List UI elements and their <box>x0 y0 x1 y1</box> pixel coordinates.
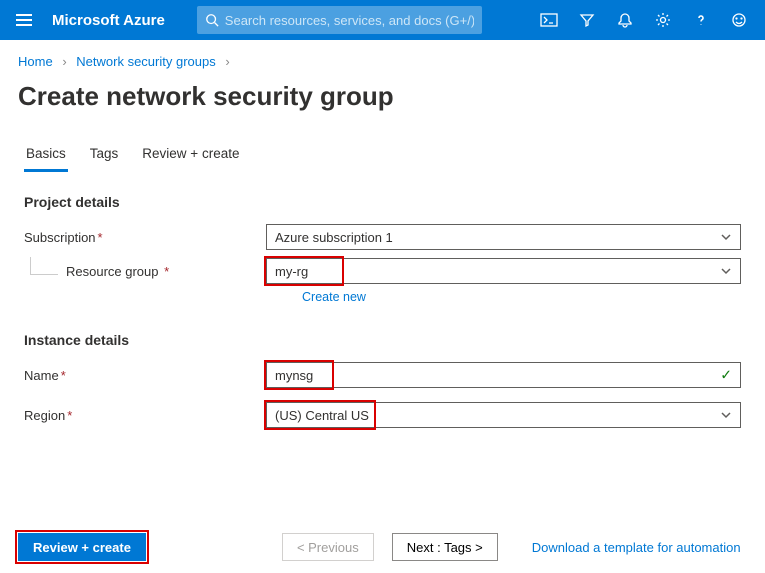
subscription-row: Subscription* Azure subscription 1 <box>24 224 741 250</box>
tab-tags[interactable]: Tags <box>88 140 121 172</box>
help-icon[interactable] <box>683 0 719 40</box>
tab-basics[interactable]: Basics <box>24 140 68 172</box>
region-select[interactable]: (US) Central US <box>266 402 741 428</box>
header-icons <box>531 0 757 40</box>
page-title: Create network security group <box>0 77 765 140</box>
tab-review[interactable]: Review + create <box>140 140 241 172</box>
name-input[interactable]: mynsg ✓ <box>266 362 741 388</box>
form-area: Project details Subscription* Azure subs… <box>0 172 765 428</box>
region-value: (US) Central US <box>275 408 369 423</box>
check-icon: ✓ <box>720 367 732 384</box>
hamburger-menu-icon[interactable] <box>8 4 40 36</box>
notifications-icon[interactable] <box>607 0 643 40</box>
breadcrumb-home[interactable]: Home <box>18 54 53 69</box>
subscription-select[interactable]: Azure subscription 1 <box>266 224 741 250</box>
brand-label: Microsoft Azure <box>52 12 165 29</box>
instance-details-heading: Instance details <box>24 332 741 348</box>
name-value: mynsg <box>275 368 313 383</box>
previous-button: < Previous <box>282 533 374 561</box>
chevron-down-icon <box>720 409 732 421</box>
chevron-down-icon <box>720 231 732 243</box>
breadcrumb: Home › Network security groups › <box>0 40 765 77</box>
region-row: Region* (US) Central US <box>24 402 741 428</box>
resource-group-value: my-rg <box>275 264 308 279</box>
resource-group-label: Resource group * <box>24 264 266 279</box>
resource-group-row: Resource group * my-rg <box>24 258 741 284</box>
tabs: Basics Tags Review + create <box>0 140 765 172</box>
breadcrumb-nsg[interactable]: Network security groups <box>76 54 215 69</box>
next-button[interactable]: Next : Tags > <box>392 533 498 561</box>
top-header: Microsoft Azure <box>0 0 765 40</box>
review-create-button[interactable]: Review + create <box>18 533 146 561</box>
download-template-link[interactable]: Download a template for automation <box>532 540 741 555</box>
resource-group-select[interactable]: my-rg <box>266 258 741 284</box>
subscription-label: Subscription* <box>24 230 266 245</box>
global-search[interactable] <box>197 6 482 34</box>
region-label: Region* <box>24 408 266 423</box>
search-input[interactable] <box>225 13 474 28</box>
name-label: Name* <box>24 368 266 383</box>
chevron-right-icon: › <box>62 54 66 69</box>
create-new-link[interactable]: Create new <box>302 290 741 304</box>
subscription-value: Azure subscription 1 <box>275 230 393 245</box>
project-details-heading: Project details <box>24 194 741 210</box>
footer-bar: Review + create < Previous Next : Tags >… <box>0 533 765 561</box>
filter-icon[interactable] <box>569 0 605 40</box>
cloud-shell-icon[interactable] <box>531 0 567 40</box>
name-row: Name* mynsg ✓ <box>24 362 741 388</box>
chevron-right-icon: › <box>225 54 229 69</box>
search-icon <box>205 13 219 27</box>
feedback-icon[interactable] <box>721 0 757 40</box>
settings-gear-icon[interactable] <box>645 0 681 40</box>
tree-indent <box>30 257 58 275</box>
chevron-down-icon <box>720 265 732 277</box>
